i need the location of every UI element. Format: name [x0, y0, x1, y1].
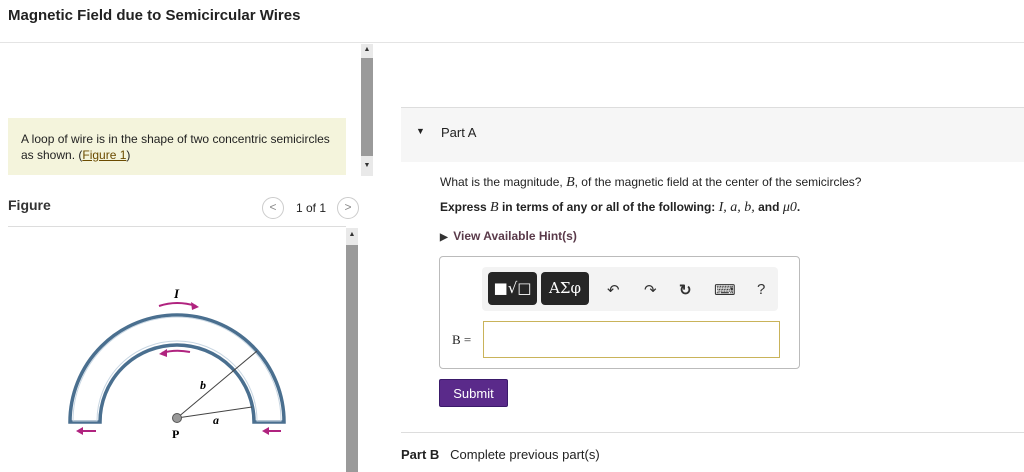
part-b-header: Part B Complete previous part(s) [401, 447, 600, 462]
semicircle-figure: I b a P [68, 286, 286, 441]
view-hints-link[interactable]: ▶ View Available Hint(s) [440, 229, 577, 243]
figure-link[interactable]: Figure 1 [82, 148, 126, 162]
label-b: b [200, 378, 206, 392]
scrollbar-thumb[interactable] [346, 245, 358, 472]
caret-right-icon: ▶ [440, 232, 454, 243]
redo-icon[interactable]: ↷ [644, 281, 657, 299]
scroll-up-icon[interactable]: ▲ [361, 46, 373, 53]
greek-symbols-button[interactable]: ΑΣφ [541, 272, 589, 305]
next-figure-button[interactable]: > [337, 197, 359, 219]
question-text: What is the magnitude, B, of the magneti… [440, 175, 862, 190]
label-i: I [173, 286, 180, 301]
undo-icon[interactable]: ↶ [607, 281, 620, 299]
arrow-top [158, 302, 197, 307]
figure-pager: 1 of 1 [296, 201, 327, 215]
part-b-status: Complete previous part(s) [450, 447, 600, 462]
submit-button[interactable]: Submit [439, 379, 508, 407]
answer-label: B = [452, 332, 472, 347]
collapse-icon[interactable]: ▼ [416, 126, 425, 136]
intro-text: A loop of wire is in the shape of two co… [21, 132, 330, 162]
wire-loop [68, 313, 286, 424]
prev-figure-button[interactable]: < [262, 197, 284, 219]
part-a-header[interactable]: ▼ Part A [401, 107, 1024, 162]
divider [401, 432, 1024, 433]
divider [8, 226, 346, 227]
page-title: Magnetic Field due to Semicircular Wires [8, 7, 301, 24]
answer-input[interactable] [483, 321, 780, 358]
scrollbar-thumb[interactable] [361, 58, 373, 156]
templates-button[interactable]: ■√□ [488, 272, 537, 305]
divider [0, 42, 1024, 43]
intro-close: ) [126, 148, 131, 162]
scroll-up-icon[interactable]: ▲ [346, 231, 358, 238]
help-icon[interactable]: ? [757, 281, 765, 298]
scroll-down-icon[interactable]: ▼ [361, 162, 373, 169]
figure-label: Figure [8, 197, 51, 213]
keyboard-icon[interactable]: ⌨ [714, 281, 736, 299]
reset-icon[interactable]: ↻ [679, 281, 692, 299]
part-b-label: Part B [401, 447, 440, 462]
part-a-label: Part A [441, 125, 477, 140]
point-p [172, 413, 182, 423]
label-a: a [213, 413, 219, 427]
problem-intro: A loop of wire is in the shape of two co… [8, 118, 346, 175]
label-p: P [172, 427, 179, 441]
express-instruction: Express B in terms of any or all of the … [440, 200, 801, 215]
